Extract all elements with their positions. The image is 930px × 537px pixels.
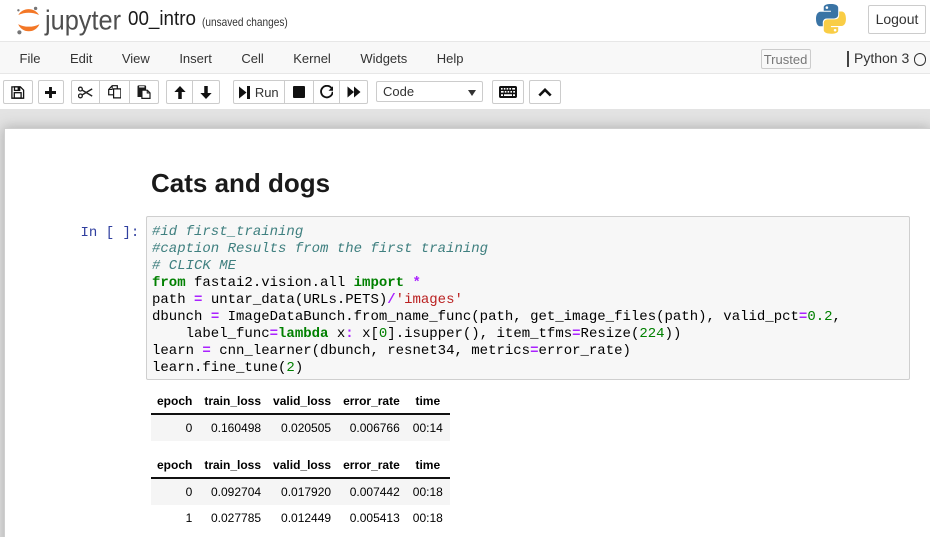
svg-text:jupyter: jupyter — [44, 5, 121, 36]
